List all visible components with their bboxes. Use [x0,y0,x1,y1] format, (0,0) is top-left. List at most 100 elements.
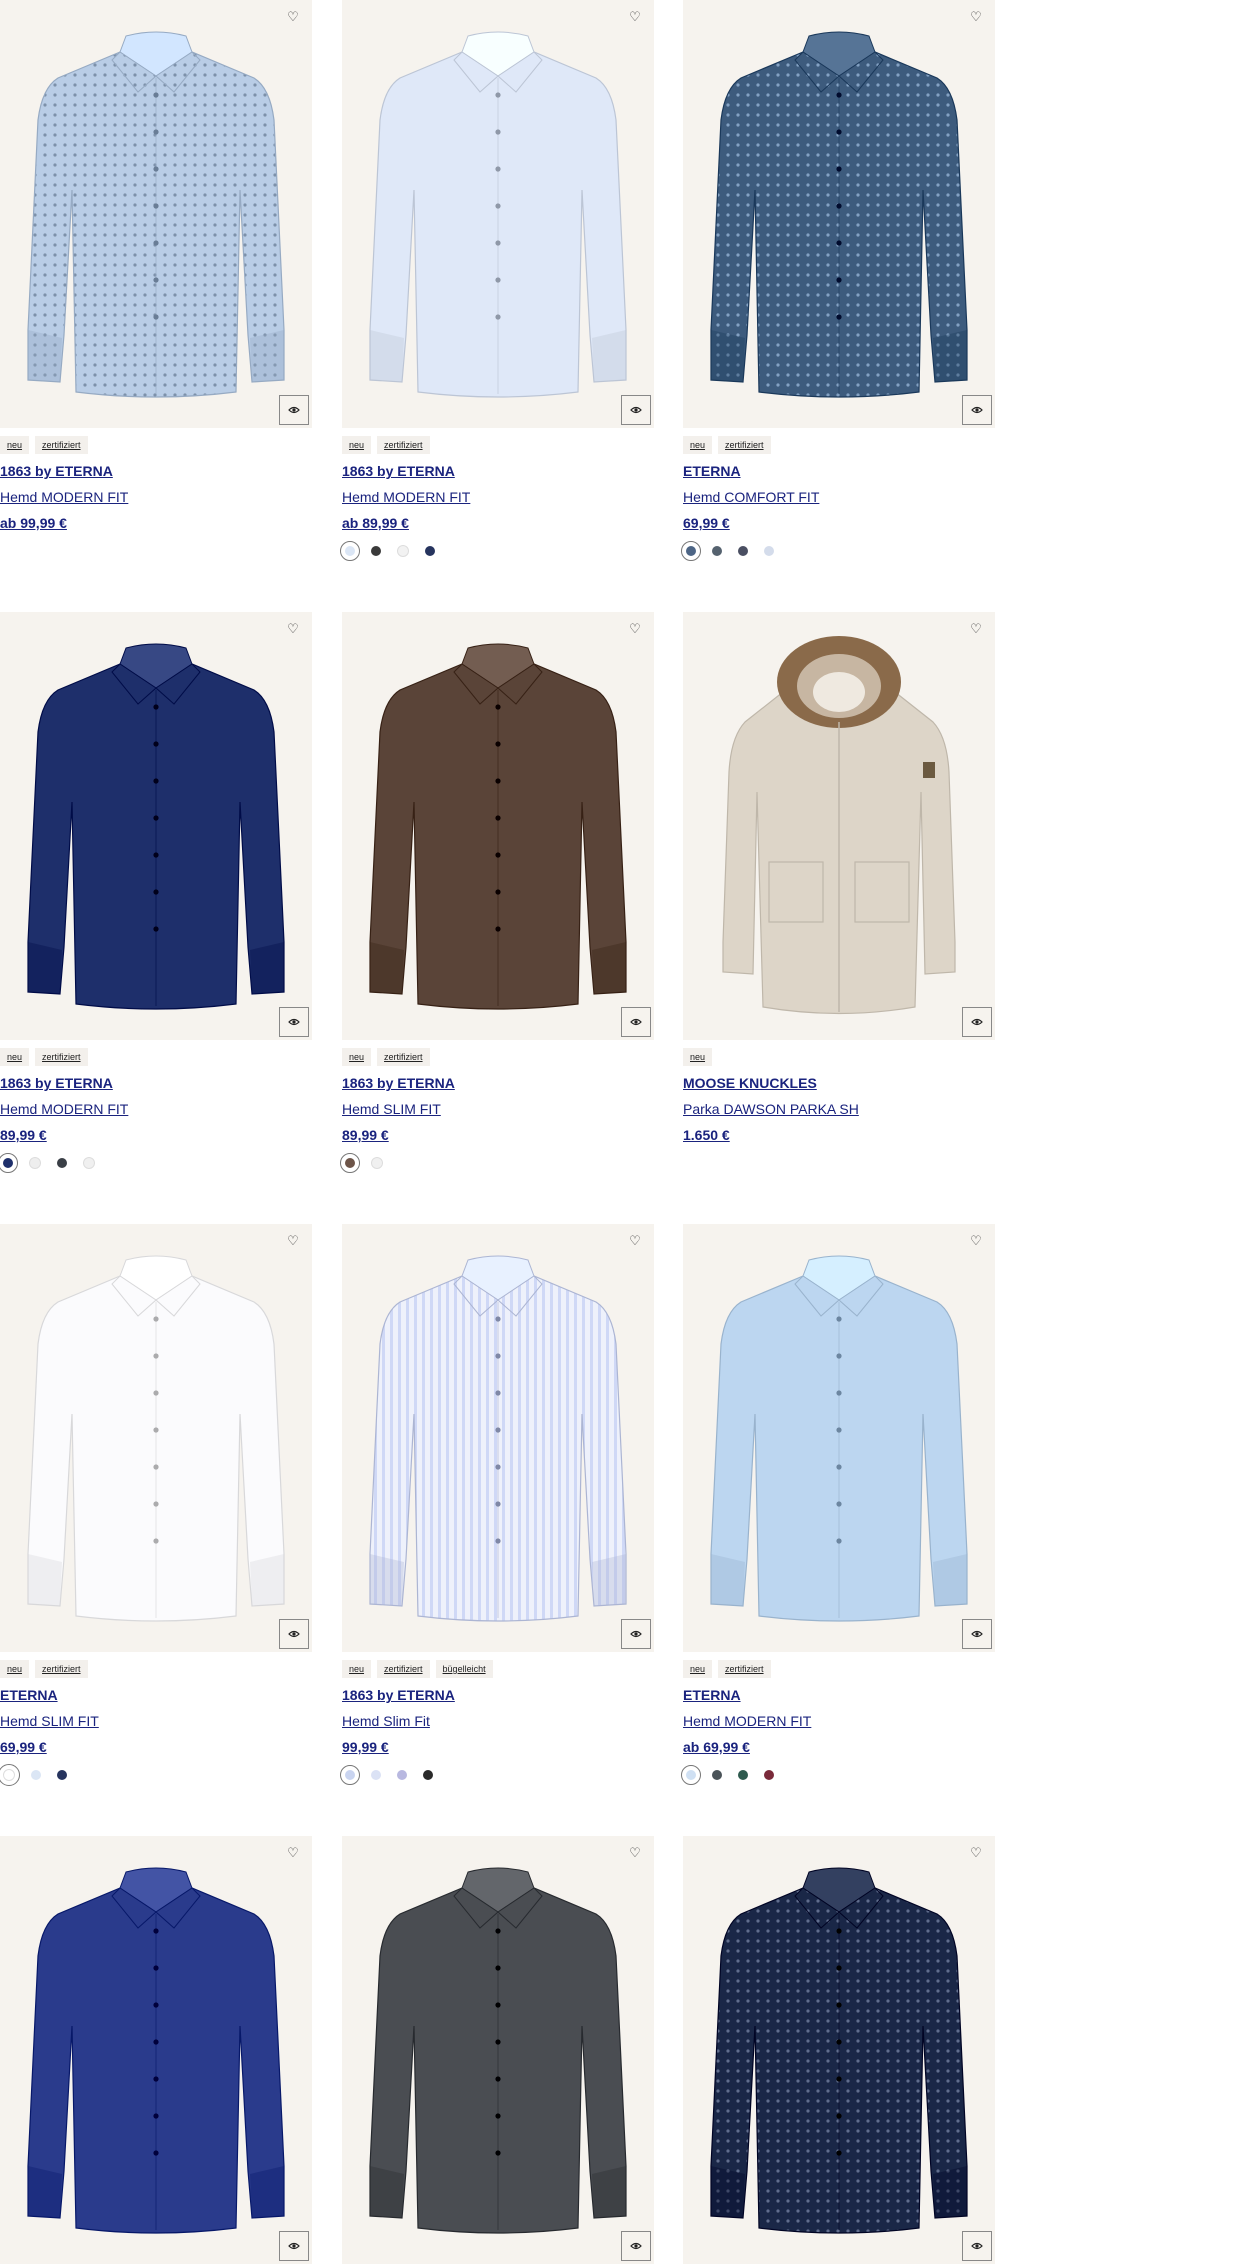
quick-view-button[interactable] [279,2231,309,2261]
price-link[interactable]: 69,99 € [0,1738,312,1756]
brand-link[interactable]: MOOSE KNUCKLES [683,1074,995,1092]
color-swatch[interactable] [371,1157,383,1169]
product-name-link[interactable]: Hemd COMFORT FIT [683,488,995,506]
color-swatch[interactable] [340,1153,360,1173]
color-swatch[interactable] [340,541,360,561]
price-link[interactable]: ab 99,99 € [0,514,312,532]
heart-icon[interactable]: ♡ [969,10,983,24]
price-link[interactable]: 1.650 € [683,1126,995,1144]
brand-link[interactable]: ETERNA [0,1686,312,1704]
color-swatch[interactable] [738,546,748,556]
product-image[interactable]: ♡ [0,1836,312,2264]
product-name-link[interactable]: Hemd MODERN FIT [683,1712,995,1730]
color-swatch[interactable] [29,1157,41,1169]
brand-link[interactable]: 1863 by ETERNA [342,1686,654,1704]
product-image[interactable]: ♡ [342,1836,654,2264]
color-swatch[interactable] [340,1765,360,1785]
product-card[interactable]: ♡ neu zertifiziert ETERNA Hemd MODERN FIT ab … [681,1224,995,1785]
color-swatch[interactable] [57,1770,67,1780]
color-swatch[interactable] [423,1770,433,1780]
color-swatch[interactable] [425,546,435,556]
heart-icon[interactable]: ♡ [969,1846,983,1860]
color-swatch[interactable] [371,1770,381,1780]
product-name-link[interactable]: Parka DAWSON PARKA SH [683,1100,995,1118]
color-swatch[interactable] [738,1770,748,1780]
heart-icon[interactable]: ♡ [628,622,642,636]
price-link[interactable]: 99,99 € [342,1738,654,1756]
quick-view-button[interactable] [621,1007,651,1037]
product-card[interactable]: ♡ neu zertifiziert ETERNA Hemd COMFORT FIT 69… [681,0,995,561]
price-link[interactable]: ab 89,99 € [342,514,654,532]
color-swatch[interactable] [764,546,774,556]
color-swatch[interactable] [681,1765,701,1785]
product-card[interactable]: ♡ neu zertifiziert 1863 by ETERNA Hemd MODER… [0,0,312,532]
brand-link[interactable]: 1863 by ETERNA [0,1074,312,1092]
product-image[interactable]: ♡ [342,0,654,428]
quick-view-button[interactable] [962,1007,992,1037]
color-swatch[interactable] [764,1770,774,1780]
brand-link[interactable]: 1863 by ETERNA [342,1074,654,1092]
product-image[interactable]: ♡ [683,1836,995,2264]
color-swatch[interactable] [31,1770,41,1780]
price-link[interactable]: 69,99 € [683,514,995,532]
color-swatch[interactable] [397,545,409,557]
price-link[interactable]: ab 69,99 € [683,1738,995,1756]
color-swatch[interactable] [712,546,722,556]
product-card[interactable]: ♡ neu zertifiziert bügelleicht 1863 by ETERN… [340,1224,654,1785]
product-name-link[interactable]: Hemd MODERN FIT [0,488,312,506]
color-swatch[interactable] [0,1153,18,1173]
heart-icon[interactable]: ♡ [286,1846,300,1860]
product-card[interactable]: ♡ neu zertifiziert ETERNA Hemd SLIM FIT 69,99… [0,1224,312,1786]
heart-icon[interactable]: ♡ [628,1846,642,1860]
product-image[interactable]: ♡ [342,1224,654,1652]
heart-icon[interactable]: ♡ [969,622,983,636]
quick-view-button[interactable] [621,395,651,425]
product-card[interactable]: ♡ [683,1836,995,2264]
price-link[interactable]: 89,99 € [0,1126,312,1144]
color-swatch[interactable] [371,546,381,556]
product-image[interactable]: ♡ [0,1224,312,1652]
heart-icon[interactable]: ♡ [286,622,300,636]
product-card[interactable]: ♡ neu MOOSE KNUCKLES Parka DAWSON PARKA SH 1… [683,612,995,1144]
color-swatch[interactable] [681,541,701,561]
quick-view-button[interactable] [279,1619,309,1649]
heart-icon[interactable]: ♡ [286,10,300,24]
product-card[interactable]: ♡ [342,1836,654,2264]
color-swatch[interactable] [83,1157,95,1169]
heart-icon[interactable]: ♡ [628,1234,642,1248]
quick-view-button[interactable] [962,2231,992,2261]
product-card[interactable]: ♡ neu zertifiziert 1863 by ETERNA Hemd MODER… [340,0,654,561]
quick-view-button[interactable] [962,1619,992,1649]
product-image[interactable]: ♡ [0,0,312,428]
heart-icon[interactable]: ♡ [286,1234,300,1248]
product-image[interactable]: ♡ [342,612,654,1040]
product-name-link[interactable]: Hemd MODERN FIT [342,488,654,506]
product-image[interactable]: ♡ [683,0,995,428]
color-swatch[interactable] [0,1764,20,1786]
heart-icon[interactable]: ♡ [628,10,642,24]
quick-view-button[interactable] [962,395,992,425]
product-card[interactable]: ♡ [0,1836,312,2264]
product-name-link[interactable]: Hemd SLIM FIT [342,1100,654,1118]
brand-link[interactable]: 1863 by ETERNA [342,462,654,480]
brand-link[interactable]: 1863 by ETERNA [0,462,312,480]
brand-link[interactable]: ETERNA [683,462,995,480]
color-swatch[interactable] [57,1158,67,1168]
color-swatch[interactable] [712,1770,722,1780]
product-name-link[interactable]: Hemd MODERN FIT [0,1100,312,1118]
color-swatch[interactable] [397,1770,407,1780]
product-name-link[interactable]: Hemd Slim Fit [342,1712,654,1730]
product-image[interactable]: ♡ [0,612,312,1040]
quick-view-button[interactable] [621,2231,651,2261]
quick-view-button[interactable] [279,395,309,425]
product-card[interactable]: ♡ neu zertifiziert 1863 by ETERNA Hemd MODER… [0,612,312,1173]
product-image[interactable]: ♡ [683,1224,995,1652]
price-link[interactable]: 89,99 € [342,1126,654,1144]
heart-icon[interactable]: ♡ [969,1234,983,1248]
brand-link[interactable]: ETERNA [683,1686,995,1704]
quick-view-button[interactable] [279,1007,309,1037]
product-name-link[interactable]: Hemd SLIM FIT [0,1712,312,1730]
product-image[interactable]: ♡ [683,612,995,1040]
product-card[interactable]: ♡ neu zertifiziert 1863 by ETERNA Hemd SLIM … [340,612,654,1173]
quick-view-button[interactable] [621,1619,651,1649]
